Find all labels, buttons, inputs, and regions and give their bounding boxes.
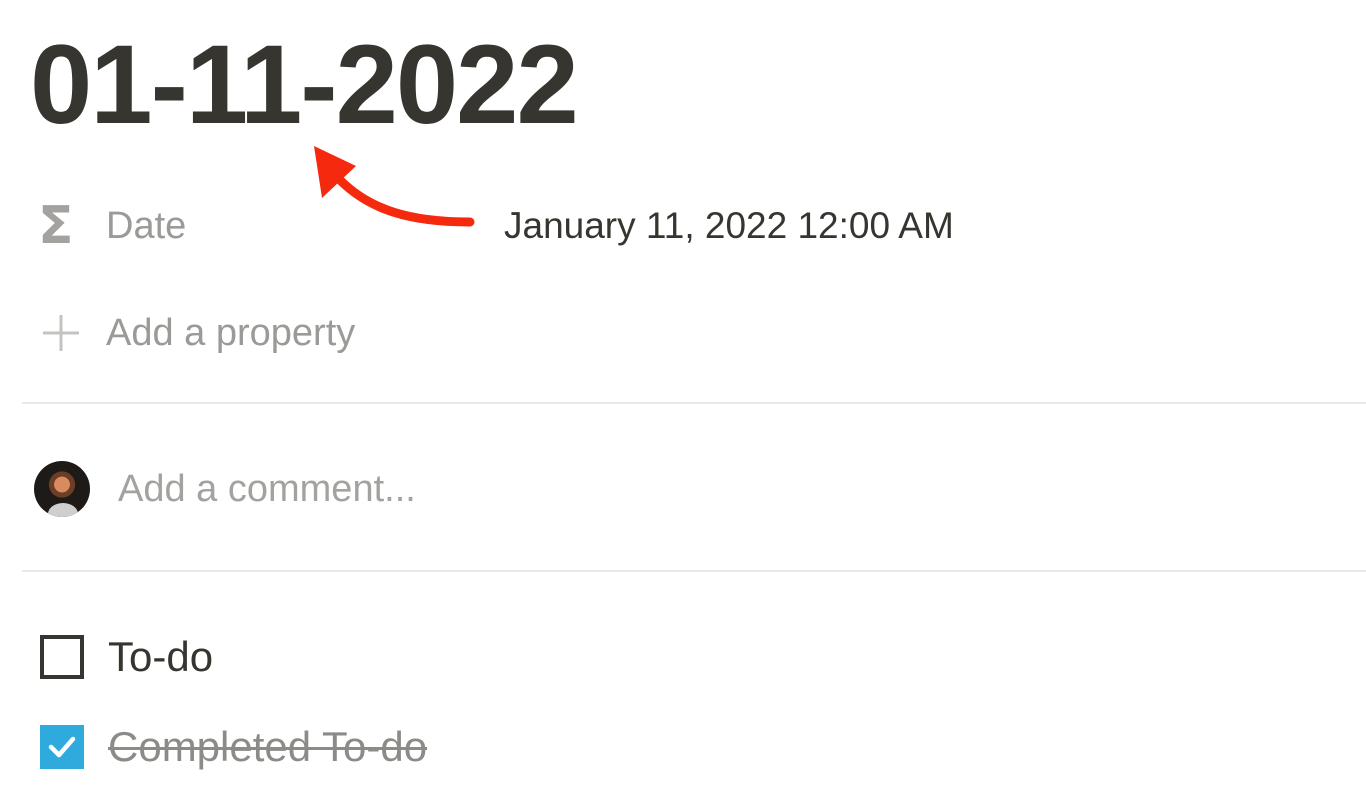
todo-checkbox-unchecked[interactable] bbox=[40, 635, 84, 679]
annotation-arrow-shaft bbox=[335, 175, 475, 227]
property-date[interactable]: Σ Date bbox=[38, 198, 186, 254]
divider bbox=[22, 570, 1366, 572]
comment-composer[interactable]: Add a comment... bbox=[34, 460, 416, 518]
comment-input[interactable]: Add a comment... bbox=[118, 468, 416, 511]
sigma-formula-icon: Σ bbox=[38, 196, 74, 256]
todo-text-completed[interactable]: Completed To-do bbox=[108, 723, 427, 771]
todo-item: To-do bbox=[40, 627, 213, 687]
page: 01-11-2022 Σ Date January 11, 2022 12:00… bbox=[0, 0, 1366, 812]
todo-text[interactable]: To-do bbox=[108, 633, 213, 681]
todo-item-completed: Completed To-do bbox=[40, 717, 427, 777]
add-property-label: Add a property bbox=[106, 311, 356, 354]
property-value-date[interactable]: January 11, 2022 12:00 AM bbox=[504, 198, 954, 254]
add-property-button[interactable]: Add a property bbox=[38, 305, 355, 361]
checkmark-icon bbox=[48, 736, 76, 758]
divider bbox=[22, 402, 1366, 404]
plus-icon bbox=[38, 305, 84, 361]
avatar bbox=[34, 461, 90, 517]
todo-checkbox-checked[interactable] bbox=[40, 725, 84, 769]
annotation-arrow bbox=[314, 146, 475, 227]
property-name-date[interactable]: Date bbox=[106, 205, 186, 248]
